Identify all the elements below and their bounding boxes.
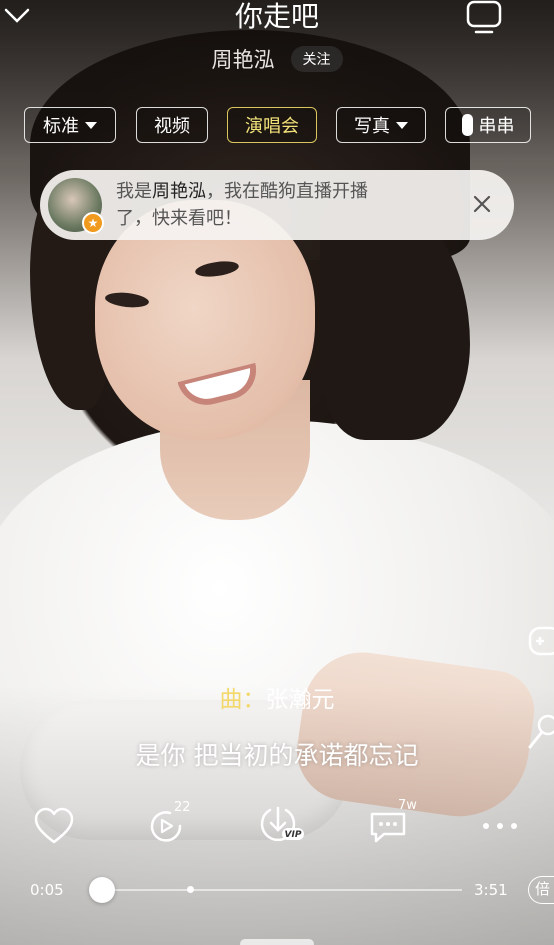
display-mode-bar: 标准 视频 演唱会 写真 串串 [0, 107, 554, 145]
comments-button[interactable]: 7w [362, 798, 417, 852]
mode-label: 写真 [354, 116, 390, 137]
game-button[interactable] [524, 620, 554, 660]
action-bar: 22 VIP 7w [0, 798, 554, 860]
credit-value: 张瀚元 [265, 687, 335, 713]
live-notification[interactable]: ★ 我是周艳泓，我在酷狗直播开播 了，快来看吧！ [40, 170, 514, 240]
more-icon [483, 823, 517, 829]
close-icon [473, 195, 491, 213]
lyric-credit: 曲：张瀚元 [0, 680, 554, 714]
progress-track[interactable] [102, 889, 462, 891]
mode-concert-button[interactable]: 演唱会 [227, 107, 317, 143]
artist-row: 周艳泓 关注 [0, 44, 554, 74]
caret-down-icon [396, 121, 408, 129]
artist-name[interactable]: 周艳泓 [212, 44, 275, 74]
notification-message: 我是周艳泓，我在酷狗直播开播 了，快来看吧！ [116, 178, 446, 232]
close-notification-button[interactable] [470, 192, 494, 216]
progress-knob[interactable] [89, 877, 115, 903]
mode-photo-button[interactable]: 写真 [336, 107, 426, 143]
vip-badge: VIP [285, 830, 302, 840]
mode-standard-button[interactable]: 标准 [24, 107, 116, 143]
game-icon [528, 626, 554, 656]
current-lyric-line[interactable]: 是你 把当初的承诺都忘记 [0, 736, 554, 772]
caret-down-icon [85, 121, 97, 129]
mode-label: 串串 [478, 116, 515, 137]
notification-line1: ，我在酷狗直播开播 [206, 181, 368, 202]
notification-prefix: 我是 [116, 181, 152, 202]
total-time: 3:51 [474, 881, 508, 899]
pill-icon [461, 114, 473, 136]
mode-video-button[interactable]: 视频 [136, 107, 208, 143]
comment-count: 7w [398, 798, 417, 813]
mode-label: 标准 [43, 116, 79, 137]
notification-line2: 了，快来看吧！ [116, 208, 242, 229]
speed-button[interactable]: 倍 [528, 876, 554, 904]
credit-key: 曲： [219, 687, 266, 713]
tv-icon [466, 0, 502, 34]
like-button[interactable] [28, 800, 80, 852]
mode-label: 视频 [154, 116, 190, 137]
follow-button[interactable]: 关注 [290, 46, 343, 72]
elapsed-time: 0:05 [30, 881, 64, 899]
notification-name: 周艳泓 [152, 181, 206, 202]
cast-tv-button[interactable] [464, 0, 504, 36]
avatar: ★ [48, 178, 104, 234]
replay-count: 22 [174, 800, 191, 815]
replay-comments-button[interactable]: 22 [140, 800, 192, 852]
home-indicator[interactable] [240, 939, 314, 945]
download-icon: VIP [260, 806, 304, 842]
buffer-marker [187, 886, 194, 893]
star-badge-icon: ★ [82, 212, 104, 234]
mode-label: 演唱会 [245, 116, 299, 137]
heart-icon [34, 807, 74, 844]
mode-chuanchuan-button[interactable]: 串串 [445, 107, 531, 143]
download-button[interactable]: VIP [252, 800, 304, 852]
more-button[interactable] [474, 800, 526, 852]
